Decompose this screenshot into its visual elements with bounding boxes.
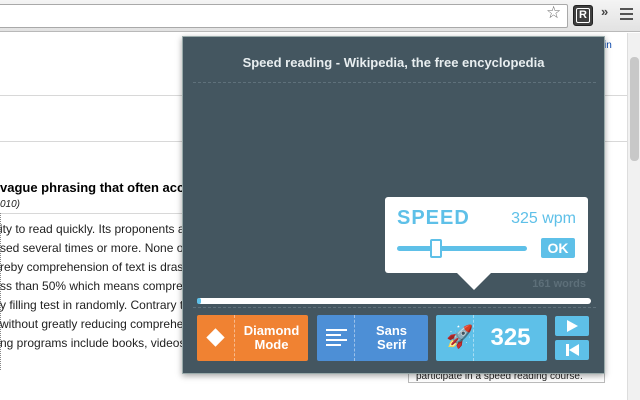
speed-slider[interactable]	[397, 239, 527, 258]
article-line: ss than 50% which means comprehe	[0, 279, 197, 293]
login-link[interactable]: in	[604, 40, 612, 51]
scroll-thumb[interactable]	[630, 57, 639, 161]
speed-button[interactable]: 🚀 325	[436, 315, 547, 361]
reading-progress-bar[interactable]	[197, 298, 591, 304]
page-scrollbar[interactable]	[627, 33, 640, 400]
speed-label: SPEED	[397, 207, 470, 229]
diamond-mode-label: Diamond Mode	[235, 315, 308, 361]
article-line: ity to read quickly. Its proponents an	[0, 222, 192, 236]
word-count: 161 words	[532, 278, 586, 290]
wpm-value: 325	[490, 324, 531, 351]
rocket-icon-wrap: 🚀	[436, 315, 474, 361]
font-style-label: Sans Serif	[355, 315, 428, 361]
article-line: y filling test in randomly. Contrary to	[0, 298, 190, 312]
text-lines-icon	[326, 329, 347, 349]
progress-fill	[197, 298, 201, 304]
article-line: ng programs include books, videos, s	[0, 336, 199, 350]
star-icon[interactable]: ☆	[546, 3, 561, 23]
browser-toolbar: ☆ R »	[0, 0, 640, 32]
address-bar[interactable]	[0, 4, 568, 28]
speed-slider-thumb[interactable]	[430, 239, 442, 258]
popup-title: Speed reading - Wikipedia, the free ency…	[242, 55, 545, 70]
speed-value: 325 wpm	[511, 210, 576, 227]
chevron-right-icon[interactable]: »	[601, 4, 608, 19]
font-label-line2: Serif	[377, 337, 406, 352]
article-line: reby comprehension of text is drastic	[0, 260, 196, 274]
diamond-label-line2: Mode	[254, 337, 289, 352]
ok-button[interactable]: OK	[541, 238, 575, 258]
text-lines-icon-wrap	[317, 315, 355, 361]
divider	[193, 307, 596, 308]
font-style-button[interactable]: Sans Serif	[317, 315, 428, 361]
article-line: sed several times or more. None of s	[0, 241, 197, 255]
play-icon[interactable]	[555, 316, 589, 336]
speed-settings-panel: SPEED 325 wpm OK	[385, 197, 588, 290]
r-extension-icon[interactable]: R	[573, 5, 593, 26]
article-line: without greatly reducing comprehens	[0, 317, 197, 331]
article-date: 010)	[0, 199, 21, 210]
rewind-icon[interactable]	[555, 340, 589, 360]
hamburger-menu-icon[interactable]	[620, 8, 633, 20]
diamond-mode-button[interactable]: Diamond Mode	[197, 315, 308, 361]
speed-reader-popup: Speed reading - Wikipedia, the free ency…	[182, 36, 605, 374]
font-label-line1: Sans	[375, 323, 408, 338]
rocket-icon: 🚀	[446, 324, 474, 349]
diamond-label-line1: Diamond	[243, 323, 300, 338]
diamond-icon-wrap	[197, 315, 235, 361]
diamond-icon	[206, 328, 225, 347]
